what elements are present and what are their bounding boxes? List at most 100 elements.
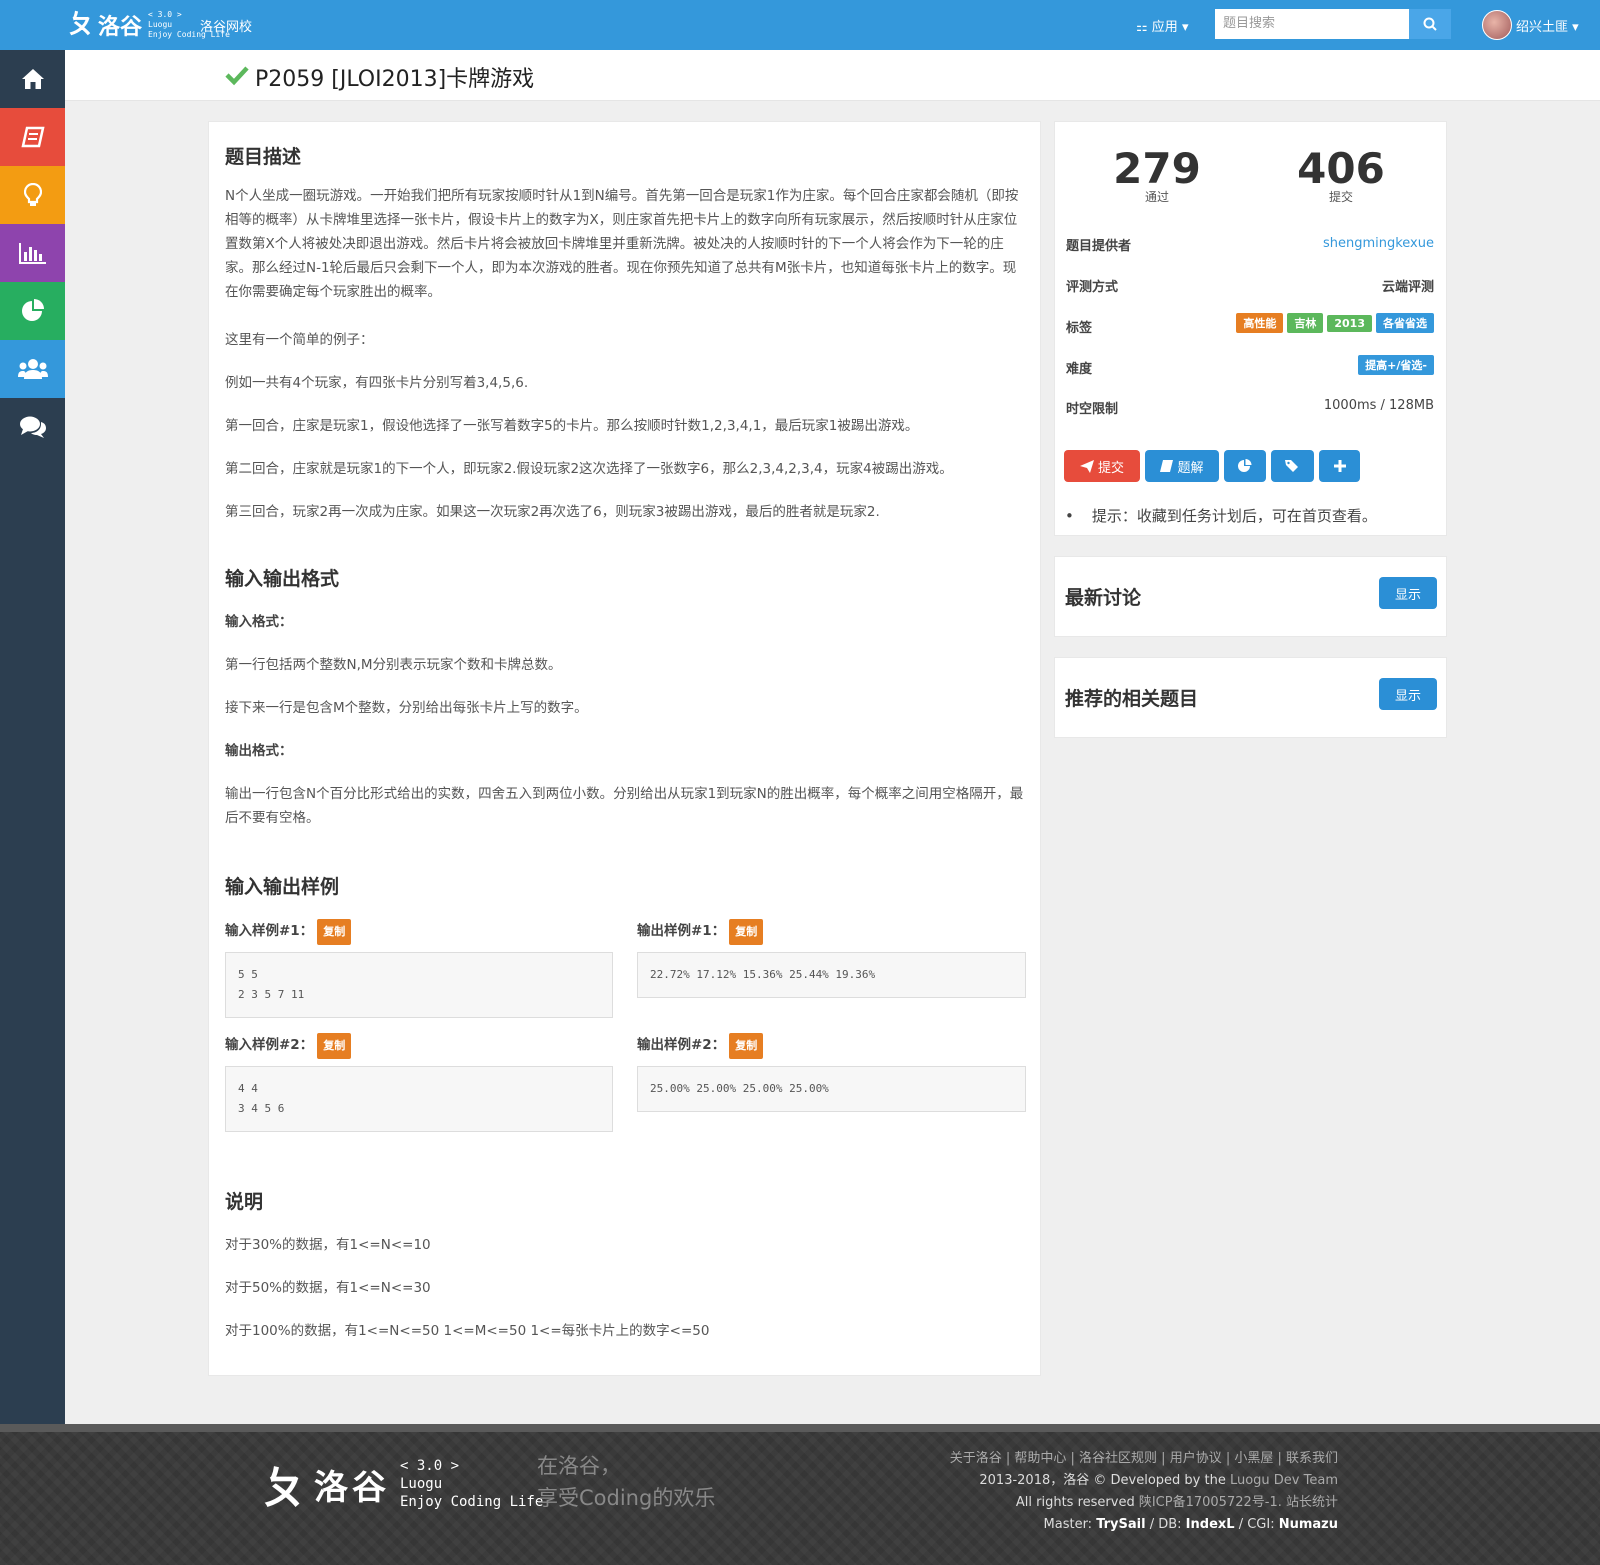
judge-value: 云端评测 xyxy=(1381,280,1434,295)
example-line-2: 第一回合，庄家是玩家1，假设他选择了一张写着数字5的卡片。那么按顺时针数1,2,… xyxy=(225,418,919,434)
sidebar-item-training[interactable] xyxy=(0,166,65,224)
avatar[interactable] xyxy=(1482,10,1512,40)
related-title: 推荐的相关题目 xyxy=(1065,688,1199,710)
home-icon xyxy=(21,69,44,89)
sidebar-item-records[interactable] xyxy=(0,224,65,282)
sample-input-1: 5 5 2 3 5 7 11 xyxy=(225,952,613,1018)
pie-chart-icon xyxy=(1238,459,1252,472)
footer-copyright: 2013-2018，洛谷 © Developed by the Luogu De… xyxy=(979,1473,1338,1488)
problem-info-panel: 279 通过 406 提交 题目提供者 shengmingkexue 评测方式 … xyxy=(1054,121,1447,536)
top-navbar: ㄆ 洛谷 < 3.0 > Luogu Enjoy Coding Life 洛谷网… xyxy=(0,0,1600,50)
footer-info: 关于洛谷 | 帮助中心 | 洛谷社区规则 | 用户协议 | 小黑屋 | 联系我们… xyxy=(950,1448,1338,1536)
discussion-title: 最新讨论 xyxy=(1065,587,1142,609)
example-line-1: 例如一共有4个玩家，有四张卡片分别写着3,4,5,6. xyxy=(225,375,529,391)
sample-output-2-label: 输出样例#2： 复制 xyxy=(637,1033,764,1059)
paper-plane-icon xyxy=(1079,459,1094,473)
username: 绍兴土匪 xyxy=(1516,20,1569,35)
submitted-label: 提交 xyxy=(1328,190,1353,204)
user-menu[interactable]: 绍兴土匪 ▾ xyxy=(1516,16,1579,35)
provider-link[interactable]: shengmingkexue xyxy=(1323,236,1434,251)
sample-output-1: 22.72% 17.12% 15.36% 25.44% 19.36% xyxy=(637,952,1026,998)
apps-dropdown[interactable]: ⚏ 应用 ▾ xyxy=(1136,16,1188,35)
input-format-line-2: 接下来一行是包含M个整数，分别给出每张卡片上写的数字。 xyxy=(225,700,588,716)
tags-button[interactable] xyxy=(1271,450,1314,482)
tags-icon xyxy=(1284,460,1298,472)
tag-badge[interactable]: 吉林 xyxy=(1287,313,1324,333)
footer-links[interactable]: 关于洛谷 | 帮助中心 | 洛谷社区规则 | 用户协议 | 小黑屋 | 联系我们 xyxy=(950,1448,1338,1470)
search-icon xyxy=(1423,17,1437,31)
show-related-button[interactable]: 显示 xyxy=(1379,678,1437,710)
passed-count: 279 xyxy=(1113,144,1201,193)
plus-icon xyxy=(1333,460,1346,472)
note-line-1: 对于30%的数据，有1<=N<=10 xyxy=(225,1237,431,1253)
solution-button[interactable]: 题解 xyxy=(1145,450,1219,482)
sidebar-item-home[interactable] xyxy=(0,50,65,108)
example-intro: 这里有一个简单的例子： xyxy=(225,332,374,348)
limit-label: 时空限制 xyxy=(1066,402,1119,417)
page-title: P2059 [JLOI2013]卡牌游戏 xyxy=(255,67,535,92)
bar-chart-icon xyxy=(18,243,46,264)
output-format-label: 输出格式： xyxy=(225,743,293,759)
copy-button[interactable]: 复制 xyxy=(729,919,764,945)
tag-badge[interactable]: 2013 xyxy=(1327,315,1372,332)
sidebar-item-problems[interactable] xyxy=(0,108,65,166)
caret-down-icon: ▾ xyxy=(1181,20,1189,35)
desc-heading: 题目描述 xyxy=(225,146,302,168)
example-line-4: 第三回合，玩家2再一次成为庄家。如果这一次玩家2再次选了6，则玩家3被踢出游戏，… xyxy=(225,504,880,520)
judge-label: 评测方式 xyxy=(1066,280,1119,295)
output-format-text: 输出一行包含N个百分比形式给出的实数，四舍五入到两位小数。分别给出从玩家1到玩家… xyxy=(225,786,1024,826)
tags-label: 标签 xyxy=(1066,321,1093,336)
logo-mark-icon: ㄆ xyxy=(262,1463,306,1514)
input-format-line-1: 第一行包括两个整数N,M分别表示玩家个数和卡牌总数。 xyxy=(225,657,562,673)
copy-button[interactable]: 复制 xyxy=(317,1033,352,1059)
sitemap-icon: ⚏ xyxy=(1136,20,1148,35)
statistics-button[interactable] xyxy=(1224,450,1266,482)
tip-text: • 提示：收藏到任务计划后，可在首页查看。 xyxy=(1065,507,1377,525)
footer-logo: ㄆ 洛谷 < 3.0 > Luogu Enjoy Coding Life xyxy=(262,1452,543,1516)
desc-text: N个人坐成一圈玩游戏。一开始我们把所有玩家按顺时针从1到N编号。首先第一回合是玩… xyxy=(225,188,1019,300)
pie-chart-icon xyxy=(21,299,44,321)
add-to-plan-button[interactable] xyxy=(1319,450,1360,482)
footer-rights: All rights reserved 陕ICP备17005722号-1. 站长… xyxy=(1015,1495,1338,1510)
logo-mark-icon: ㄆ xyxy=(68,10,95,40)
sample-input-1-label: 输入样例#1： 复制 xyxy=(225,919,352,945)
search-input[interactable]: 题目搜索 xyxy=(1215,9,1409,39)
tag-badge[interactable]: 高性能 xyxy=(1236,313,1284,333)
search-button[interactable] xyxy=(1409,9,1451,39)
tag-badge[interactable]: 各省省选 xyxy=(1376,313,1434,333)
difficulty-label: 难度 xyxy=(1066,362,1093,377)
submit-button[interactable]: 提交 xyxy=(1064,450,1140,482)
problem-title-bar: P2059 [JLOI2013]卡牌游戏 xyxy=(65,50,1600,101)
sample-heading: 输入输出样例 xyxy=(225,876,340,898)
problem-content: 题目描述 N个人坐成一圈玩游戏。一开始我们把所有玩家按顺时针从1到N编号。首先第… xyxy=(208,121,1041,1376)
sample-output-1-label: 输出样例#1： 复制 xyxy=(637,919,764,945)
footer-servers: Master: TrySail / DB: IndexL / CGI: Numa… xyxy=(1043,1517,1338,1532)
footer-divider xyxy=(0,1424,1600,1432)
copy-button[interactable]: 复制 xyxy=(729,1033,764,1059)
footer-slogan: 在洛谷， 享受Coding的欢乐 xyxy=(537,1454,716,1510)
note-line-2: 对于50%的数据，有1<=N<=30 xyxy=(225,1280,431,1296)
sidebar-item-teams[interactable] xyxy=(0,340,65,398)
related-problems-card: 推荐的相关题目 显示 xyxy=(1054,657,1447,738)
sidebar-item-discuss[interactable] xyxy=(0,398,65,456)
sample-output-2: 25.00% 25.00% 25.00% 25.00% xyxy=(637,1066,1026,1112)
check-icon xyxy=(225,66,249,86)
lightbulb-icon xyxy=(23,183,42,206)
limit-value: 1000ms / 128MB xyxy=(1323,398,1434,413)
note-heading: 说明 xyxy=(225,1191,264,1213)
note-line-3: 对于100%的数据，有1<=N<=50 1<=M<=50 1<=每张卡片上的数字… xyxy=(225,1323,710,1339)
show-discussion-button[interactable]: 显示 xyxy=(1379,577,1437,609)
passed-label: 通过 xyxy=(1144,190,1169,204)
tag-list: 高性能 吉林 2013 各省省选 xyxy=(1232,313,1434,333)
users-icon xyxy=(17,359,48,379)
input-format-label: 输入格式： xyxy=(225,614,293,630)
book-icon xyxy=(20,126,45,148)
nav-link-school[interactable]: 洛谷网校 xyxy=(200,16,252,35)
copy-button[interactable]: 复制 xyxy=(317,919,352,945)
footer: ㄆ 洛谷 < 3.0 > Luogu Enjoy Coding Life 在洛谷… xyxy=(0,1432,1600,1565)
difficulty-badge-wrap: 提高+/省选- xyxy=(1354,355,1434,375)
sidebar xyxy=(0,50,65,1426)
sidebar-item-contests[interactable] xyxy=(0,282,65,340)
logo-text: 洛谷 xyxy=(98,15,143,40)
sample-input-2-label: 输入样例#2： 复制 xyxy=(225,1033,352,1059)
